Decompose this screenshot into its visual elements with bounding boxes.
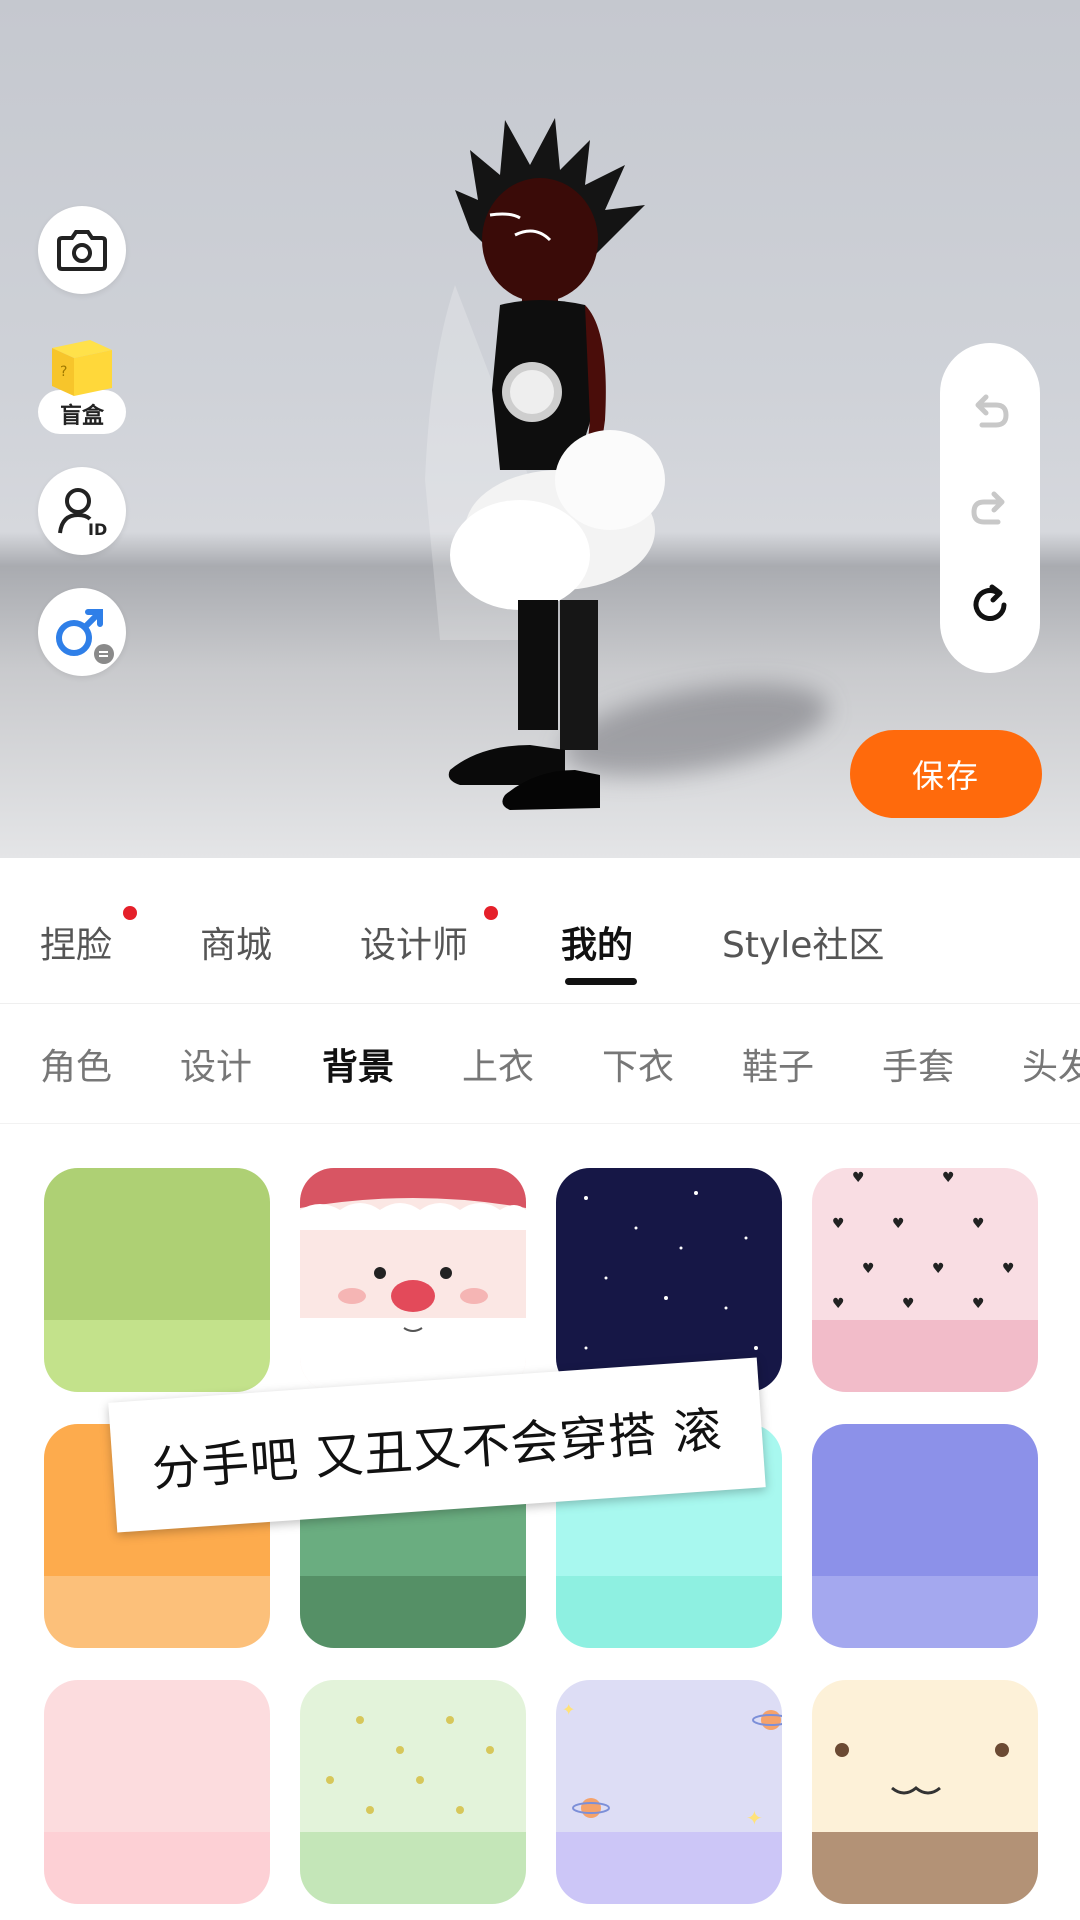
- reset-icon[interactable]: [966, 581, 1014, 629]
- avatar-viewport[interactable]: ? 盲盒 ID 保存: [0, 0, 1080, 858]
- svg-text:♥: ♥: [972, 1216, 985, 1232]
- save-button[interactable]: 保存: [850, 730, 1042, 818]
- hearts-pattern-icon: ♥ ♥ ♥ ♥ ♥ ♥ ♥ ♥ ♥ ♥ ♥: [812, 1168, 1038, 1392]
- background-card[interactable]: ✦ ✦: [556, 1680, 782, 1904]
- tab-mine[interactable]: 我的: [561, 916, 633, 968]
- face-badge-dot: [123, 906, 137, 920]
- tab-shoes[interactable]: 鞋子: [742, 1038, 814, 1090]
- svg-text:♥: ♥: [942, 1170, 955, 1186]
- svg-text:?: ?: [60, 364, 67, 380]
- designer-badge-dot: [484, 906, 498, 920]
- tab-background[interactable]: 背景: [322, 1038, 394, 1090]
- svg-text:♥: ♥: [832, 1296, 845, 1312]
- gender-switch-button[interactable]: [38, 588, 126, 676]
- background-card[interactable]: ♥ ♥ ♥ ♥ ♥ ♥ ♥ ♥ ♥ ♥ ♥: [812, 1168, 1038, 1392]
- redo-icon[interactable]: [966, 484, 1014, 532]
- blind-box-label: 盲盒: [59, 404, 104, 429]
- avatar-id-icon: ID: [58, 488, 107, 539]
- tab-bottoms[interactable]: 下衣: [602, 1038, 674, 1090]
- avatar-id-button[interactable]: ID: [38, 467, 126, 555]
- svg-text:♥: ♥: [862, 1261, 875, 1277]
- background-card[interactable]: [300, 1680, 526, 1904]
- tab-design[interactable]: 设计: [180, 1038, 252, 1090]
- svg-text:♥: ♥: [832, 1216, 845, 1232]
- tab-mall[interactable]: 商城: [200, 916, 272, 968]
- svg-text:♥: ♥: [1002, 1261, 1015, 1277]
- tab-designer[interactable]: 设计师: [360, 916, 468, 968]
- svg-text:✦: ✦: [746, 1806, 763, 1830]
- tab-character[interactable]: 角色: [40, 1038, 112, 1090]
- cute-face-icon: [812, 1680, 1038, 1904]
- svg-text:♥: ♥: [902, 1296, 915, 1312]
- active-tab-indicator: [565, 978, 637, 985]
- category-tab-bar: 角色 设计 背景 上衣 下衣 鞋子 手套 头发: [0, 1004, 1080, 1124]
- background-card[interactable]: [44, 1168, 270, 1392]
- main-tab-bar: 捏脸 商城 设计师 我的 Style社区: [0, 858, 1080, 1004]
- blind-box-button[interactable]: ? 盲盒: [38, 330, 126, 434]
- tab-hair[interactable]: 头发: [1022, 1038, 1080, 1090]
- camera-button[interactable]: [38, 206, 126, 294]
- tab-gloves[interactable]: 手套: [882, 1038, 954, 1090]
- history-panel: [940, 343, 1040, 673]
- svg-text:ID: ID: [88, 520, 107, 539]
- tab-face[interactable]: 捏脸: [40, 916, 112, 968]
- svg-text:✦: ✦: [562, 1700, 575, 1719]
- tab-style-community[interactable]: Style社区: [722, 916, 884, 968]
- camera-icon: [57, 230, 107, 271]
- svg-text:♥: ♥: [852, 1170, 865, 1186]
- blind-box-icon: ?: [52, 340, 112, 396]
- svg-text:♥: ♥: [892, 1216, 905, 1232]
- background-card[interactable]: [812, 1680, 1038, 1904]
- santa-face-icon: [300, 1168, 526, 1392]
- svg-text:♥: ♥: [972, 1296, 985, 1312]
- undo-icon[interactable]: [966, 387, 1014, 435]
- tab-tops[interactable]: 上衣: [462, 1038, 534, 1090]
- gender-switch-icon: [56, 609, 114, 664]
- svg-text:♥: ♥: [932, 1261, 945, 1277]
- background-card[interactable]: [812, 1424, 1038, 1648]
- background-card[interactable]: [300, 1168, 526, 1392]
- background-card[interactable]: [44, 1680, 270, 1904]
- flower-pattern-icon: [300, 1680, 526, 1904]
- planet-pattern-icon: ✦ ✦: [556, 1680, 782, 1904]
